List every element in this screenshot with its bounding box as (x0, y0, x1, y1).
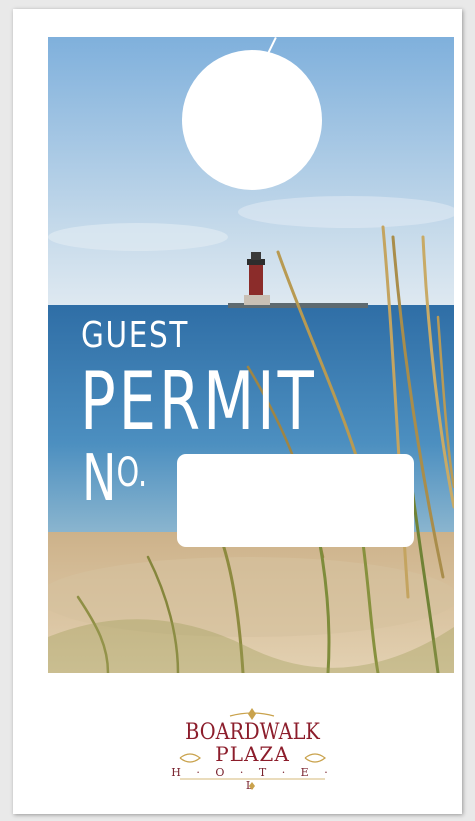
number-label-n: N (82, 442, 117, 516)
logo-line-1: BOARDWALK (185, 720, 320, 745)
permit-number-field[interactable] (177, 454, 414, 547)
guest-label: GUEST (81, 315, 190, 356)
boardwalk-plaza-logo: BOARDWALK PLAZA H · O · T · E · L (170, 706, 335, 792)
permit-label: PERMIT (80, 355, 317, 448)
number-label: NO. (82, 447, 147, 511)
number-label-o: O. (116, 450, 148, 496)
ornament-icon (179, 708, 326, 790)
door-knob-hole (182, 50, 322, 190)
